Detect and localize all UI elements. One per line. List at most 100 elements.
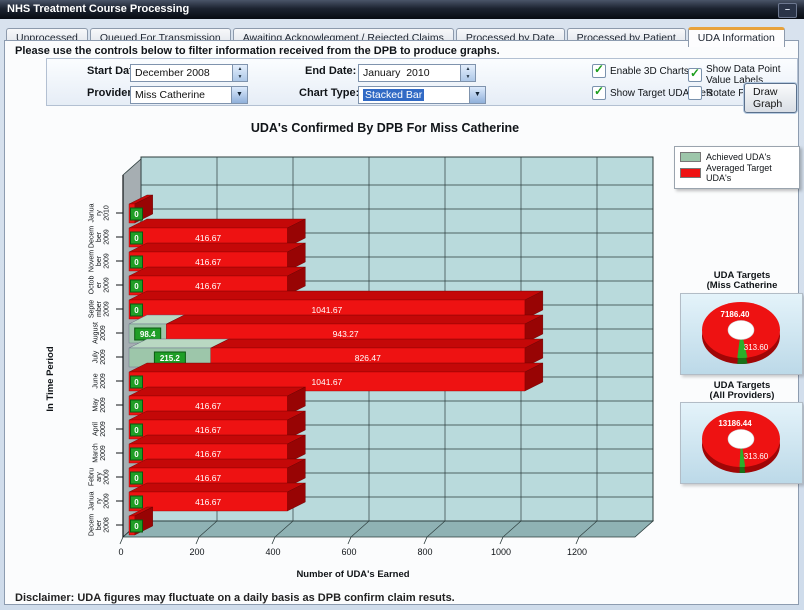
svg-text:416.67: 416.67: [195, 257, 221, 267]
pie1-panel: 7186.40 313.60: [680, 293, 803, 375]
pie2-chart-canvas: 13186.44 313.60: [681, 403, 802, 483]
svg-text:826.47: 826.47: [355, 353, 381, 363]
svg-text:400: 400: [265, 547, 280, 557]
stacked-bar-chart-canvas: 0 200 400 600 800 1000 1200 January2010 0 Decembe…: [41, 149, 681, 589]
svg-text:0: 0: [134, 210, 139, 219]
svg-text:January2010: January2010: [89, 203, 111, 222]
svg-text:1041.67: 1041.67: [312, 305, 343, 315]
legend-label: Averaged Target UDA's: [706, 163, 794, 183]
pie1-chart-canvas: 7186.40 313.60: [681, 294, 802, 374]
svg-text:215.2: 215.2: [160, 354, 181, 363]
provider-dropdown-arrow-icon[interactable]: ▼: [231, 87, 247, 103]
svg-text:0: 0: [134, 474, 139, 483]
svg-text:0: 0: [134, 234, 139, 243]
svg-text:September2009: September2009: [89, 300, 111, 318]
svg-text:0: 0: [134, 258, 139, 267]
svg-text:13186.44: 13186.44: [718, 419, 752, 428]
svg-text:October2009: October2009: [89, 276, 111, 295]
svg-text:June2009: June2009: [92, 373, 107, 389]
svg-text:December2009: December2009: [89, 226, 111, 248]
svg-text:416.67: 416.67: [195, 233, 221, 243]
filter-controls-panel: Start Date: December 2008 ▲▼ End Date: J…: [46, 58, 798, 106]
pie2-title-line2: (All Providers): [710, 390, 775, 401]
pie2-title: UDA Targets (All Providers): [680, 381, 804, 401]
svg-text:February2009: February2009: [89, 468, 111, 486]
svg-text:November2009: November2009: [89, 250, 111, 272]
svg-text:August2009: August2009: [92, 322, 107, 344]
svg-text:0: 0: [134, 522, 139, 531]
svg-text:313.60: 313.60: [744, 452, 769, 461]
pie2-panel: 13186.44 313.60: [680, 402, 803, 484]
legend-label: Achieved UDA's: [706, 152, 771, 162]
svg-text:600: 600: [341, 547, 356, 557]
svg-text:200: 200: [189, 547, 204, 557]
tab-uda-information[interactable]: UDA Information: [688, 27, 785, 47]
checkbox-rotate-pie[interactable]: Rotate Pie: [688, 86, 753, 100]
chart-title: UDA's Confirmed By DPB For Miss Catherin…: [65, 121, 705, 135]
pie1-title-line2: (Miss Catherine: [707, 280, 778, 291]
svg-text:0: 0: [134, 402, 139, 411]
legend-item-target: Averaged Target UDA's: [680, 163, 794, 183]
svg-text:0: 0: [134, 426, 139, 435]
end-date-input[interactable]: January 2010 ▲▼: [358, 64, 476, 82]
start-date-input[interactable]: December 2008 ▲▼: [130, 64, 248, 82]
svg-text:416.67: 416.67: [195, 473, 221, 483]
svg-text:May2009: May2009: [92, 397, 107, 413]
svg-text:July2009: July2009: [92, 349, 107, 365]
svg-text:Number of UDA's Earned: Number of UDA's Earned: [296, 569, 409, 580]
legend-item-achieved: Achieved UDA's: [680, 152, 794, 162]
window-title: NHS Treatment Course Processing: [7, 3, 189, 15]
svg-text:416.67: 416.67: [195, 425, 221, 435]
svg-text:In Time Period: In Time Period: [45, 346, 56, 411]
svg-text:1000: 1000: [491, 547, 511, 557]
intro-text: Please use the controls below to filter …: [15, 45, 500, 57]
svg-text:0: 0: [134, 450, 139, 459]
svg-text:416.67: 416.67: [195, 449, 221, 459]
checkbox-icon: [688, 68, 702, 82]
svg-text:416.67: 416.67: [195, 497, 221, 507]
svg-text:1041.67: 1041.67: [312, 377, 343, 387]
svg-text:December2008: December2008: [89, 514, 111, 536]
svg-text:0: 0: [134, 378, 139, 387]
svg-text:0: 0: [134, 282, 139, 291]
svg-text:416.67: 416.67: [195, 401, 221, 411]
provider-value: Miss Catherine: [135, 89, 205, 101]
svg-text:98.4: 98.4: [140, 330, 156, 339]
svg-text:313.60: 313.60: [744, 343, 769, 352]
checkbox-icon: [592, 86, 606, 100]
achieved-swatch-icon: [680, 152, 701, 162]
svg-text:416.67: 416.67: [195, 281, 221, 291]
end-date-value: January 2010: [363, 67, 430, 79]
checkbox-label: Enable 3D Charts: [610, 66, 689, 77]
draw-graph-button[interactable]: Draw Graph: [744, 83, 797, 113]
svg-text:1200: 1200: [567, 547, 587, 557]
chart-type-label: Chart Type:: [299, 87, 359, 99]
end-date-spinner[interactable]: ▲▼: [460, 65, 475, 81]
svg-text:April2009: April2009: [92, 421, 107, 437]
svg-text:0: 0: [134, 306, 139, 315]
window-titlebar: NHS Treatment Course Processing –: [0, 0, 804, 19]
pie1-title: UDA Targets (Miss Catherine: [680, 271, 804, 291]
chart-type-value: Stacked Bar: [363, 89, 424, 101]
tab-content-panel: Please use the controls below to filter …: [4, 40, 799, 605]
end-date-label: End Date:: [305, 65, 356, 77]
start-date-value: December 2008: [135, 67, 210, 79]
chart-legend: Achieved UDA's Averaged Target UDA's: [674, 146, 800, 189]
minimize-button[interactable]: –: [778, 3, 797, 18]
target-swatch-icon: [680, 168, 701, 178]
svg-text:0: 0: [118, 547, 123, 557]
start-date-spinner[interactable]: ▲▼: [232, 65, 247, 81]
svg-text:943.27: 943.27: [333, 329, 359, 339]
provider-label: Provider:: [87, 87, 135, 99]
svg-text:0: 0: [134, 498, 139, 507]
chart-type-dropdown-arrow-icon[interactable]: ▼: [469, 87, 485, 103]
checkbox-enable-3d-charts[interactable]: Enable 3D Charts: [592, 64, 689, 78]
checkbox-icon: [688, 86, 702, 100]
chart-type-combobox[interactable]: Stacked Bar ▼: [358, 86, 486, 104]
provider-combobox[interactable]: Miss Catherine ▼: [130, 86, 248, 104]
svg-text:January2009: January2009: [89, 491, 111, 510]
svg-text:7186.40: 7186.40: [721, 310, 750, 319]
disclaimer-text: Disclaimer: UDA figures may fluctuate on…: [15, 592, 455, 604]
svg-text:March2009: March2009: [92, 443, 107, 463]
svg-text:800: 800: [417, 547, 432, 557]
